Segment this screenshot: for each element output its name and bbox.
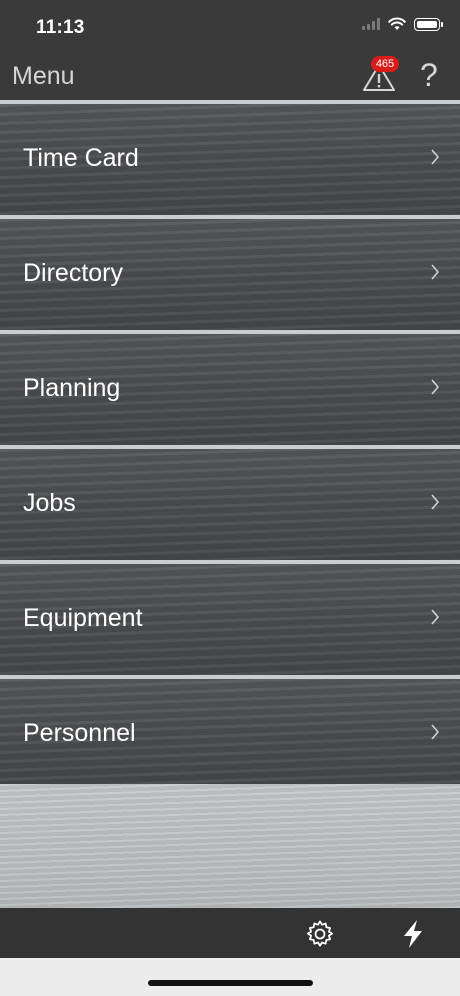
menu-item-directory[interactable]: Directory bbox=[0, 215, 460, 330]
menu-item-label: Time Card bbox=[23, 144, 139, 172]
wifi-icon bbox=[388, 17, 406, 30]
lightning-icon[interactable] bbox=[400, 918, 426, 950]
menu-item-label: Jobs bbox=[23, 489, 76, 517]
chevron-right-icon bbox=[431, 609, 440, 625]
menu-item-personnel[interactable]: Personnel bbox=[0, 675, 460, 790]
help-button[interactable]: ? bbox=[420, 57, 438, 94]
chevron-right-icon bbox=[431, 264, 440, 280]
bottom-toolbar bbox=[0, 908, 460, 958]
battery-icon bbox=[414, 17, 443, 31]
chevron-right-icon bbox=[431, 149, 440, 165]
menu-item-time-card[interactable]: Time Card bbox=[0, 100, 460, 215]
alert-count-badge: 465 bbox=[371, 56, 399, 72]
background-wood-panel bbox=[0, 784, 460, 908]
menu-item-planning[interactable]: Planning bbox=[0, 330, 460, 445]
chevron-right-icon bbox=[431, 379, 440, 395]
page-title: Menu bbox=[12, 62, 75, 90]
menu-item-label: Personnel bbox=[23, 719, 136, 747]
menu-item-label: Planning bbox=[23, 374, 121, 402]
menu-list: Time Card Directory Planning Jobs Equipm… bbox=[0, 100, 460, 790]
menu-item-label: Equipment bbox=[23, 604, 143, 632]
menu-item-equipment[interactable]: Equipment bbox=[0, 560, 460, 675]
menu-item-jobs[interactable]: Jobs bbox=[0, 445, 460, 560]
chevron-right-icon bbox=[431, 724, 440, 740]
menu-item-label: Directory bbox=[23, 259, 124, 287]
chevron-right-icon bbox=[431, 494, 440, 510]
status-time: 11:13 bbox=[36, 17, 85, 38]
menu-content: Time Card Directory Planning Jobs Equipm… bbox=[0, 100, 460, 908]
status-bar: 11:13 bbox=[0, 0, 460, 50]
cellular-signal-icon bbox=[362, 18, 380, 30]
home-indicator[interactable] bbox=[148, 980, 313, 986]
gear-icon[interactable] bbox=[304, 918, 336, 950]
status-icons bbox=[362, 17, 443, 31]
home-indicator-area bbox=[0, 958, 460, 996]
